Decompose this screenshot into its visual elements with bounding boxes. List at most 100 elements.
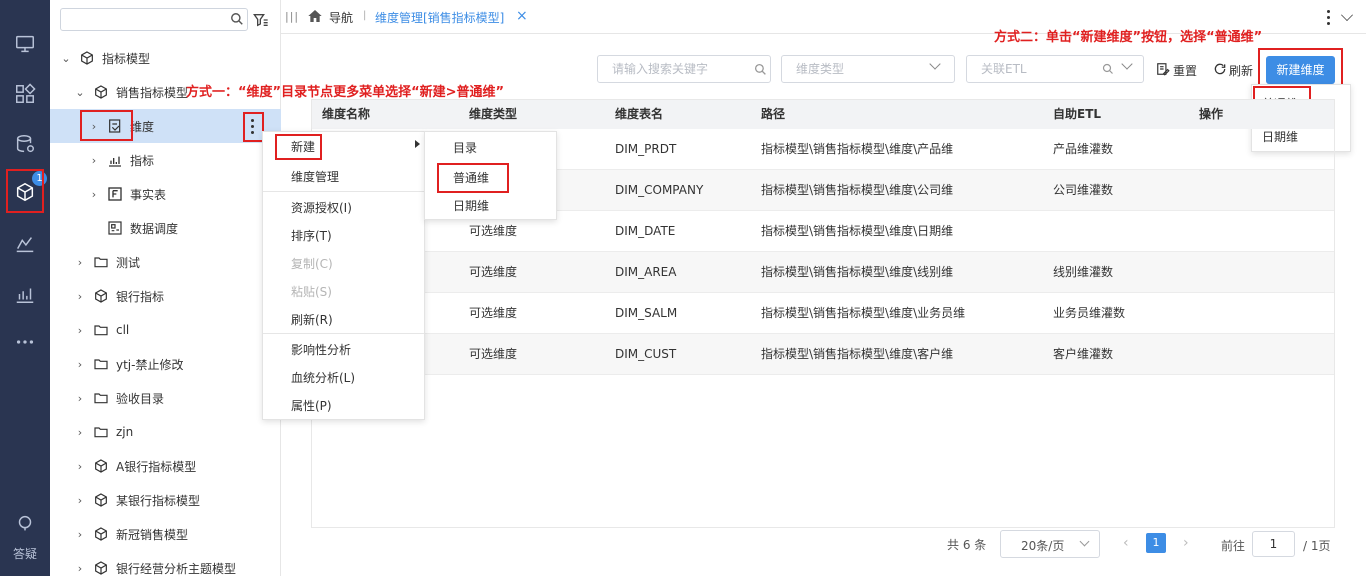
reset-button[interactable]: 重置 <box>1173 62 1197 79</box>
chevron-right-icon[interactable]: › <box>74 426 86 439</box>
monitor-icon[interactable] <box>0 24 50 64</box>
col-header-path[interactable]: 路径 <box>761 100 785 129</box>
tree-item-folder[interactable]: › 验收目录 <box>50 381 281 415</box>
tab-nav[interactable]: 导航 <box>329 9 353 26</box>
chevron-right-icon[interactable]: › <box>74 528 86 541</box>
cube-icon <box>92 83 110 101</box>
fact-table-icon <box>106 185 124 203</box>
cell-etl[interactable]: 公司维灌数 <box>1053 170 1113 210</box>
chevron-right-icon[interactable]: › <box>74 256 86 269</box>
col-header-name[interactable]: 维度名称 <box>322 100 370 129</box>
bar-chart-icon[interactable] <box>0 274 50 314</box>
chevron-right-icon[interactable]: › <box>74 358 86 371</box>
menu-item-resource-auth[interactable]: 资源授权(I) <box>263 195 352 221</box>
schedule-icon <box>106 219 124 237</box>
more-icon[interactable] <box>0 322 50 362</box>
col-header-table[interactable]: 维度表名 <box>615 100 663 129</box>
table-row[interactable]: 可选维度 DIM_SALM 指标模型\销售指标模型\维度\业务员维 业务员维灌数 <box>312 293 1334 334</box>
tree-item-model[interactable]: › 某银行指标模型 <box>50 483 281 517</box>
chevron-right-icon[interactable]: › <box>88 154 100 167</box>
page-number-current[interactable]: 1 <box>1146 533 1166 553</box>
tree-item-model[interactable]: › A银行指标模型 <box>50 449 281 483</box>
menu-item-lineage-analysis[interactable]: 血统分析(L) <box>263 365 355 391</box>
chevron-right-icon[interactable]: › <box>88 188 100 201</box>
chevron-right-icon[interactable]: › <box>74 290 86 303</box>
col-header-etl[interactable]: 自助ETL <box>1053 100 1101 129</box>
folder-icon <box>92 253 110 271</box>
menu-item-paste: 粘贴(S) <box>291 285 332 299</box>
menu-item-dimension-manage[interactable]: 维度管理 <box>263 164 339 190</box>
dimension-type-select[interactable]: 维度类型 <box>781 55 955 83</box>
tree-item-folder[interactable]: › 测试 <box>50 245 281 279</box>
menu-item-impact-analysis[interactable]: 影响性分析 <box>263 337 351 363</box>
refresh-button[interactable]: 刷新 <box>1229 62 1253 79</box>
tree-item-label: cll <box>116 323 130 337</box>
col-header-actions: 操作 <box>1199 107 1224 121</box>
tree-item-label: zjn <box>116 425 134 439</box>
menu-item-properties[interactable]: 属性(P) <box>263 393 332 419</box>
chevron-right-icon[interactable]: › <box>74 392 86 405</box>
tree-item-folder[interactable]: › ytj-禁止修改 <box>50 347 281 381</box>
tree-item-metric[interactable]: › 指标 <box>50 143 281 177</box>
tree-item-fact-table[interactable]: › 事实表 <box>50 177 281 211</box>
goto-page-input[interactable]: 1 <box>1252 531 1295 557</box>
chevron-down-icon[interactable]: ⌄ <box>74 86 86 99</box>
apps-icon[interactable] <box>0 74 50 114</box>
collapse-icon[interactable]: ||| <box>285 10 299 23</box>
tree-item-folder[interactable]: › zjn <box>50 415 281 449</box>
filter-icon[interactable] <box>253 12 269 31</box>
next-page-icon[interactable]: › <box>1183 535 1189 551</box>
tree-item-label: 新冠销售模型 <box>116 527 189 542</box>
submenu-item-date-dim[interactable]: 日期维 <box>425 193 489 219</box>
prev-page-icon[interactable]: ‹ <box>1123 535 1129 551</box>
pagination-total: 共 6 条 <box>947 538 987 552</box>
cell-etl[interactable]: 产品维灌数 <box>1053 129 1113 169</box>
search-icon[interactable] <box>230 12 244 29</box>
menu-item-sort[interactable]: 排序(T) <box>263 223 332 249</box>
tree-item-root[interactable]: ⌄ 指标模型 <box>50 41 281 75</box>
tree-item-folder[interactable]: › cll <box>50 313 281 347</box>
refresh-icon[interactable] <box>1213 62 1227 79</box>
tree-item-model[interactable]: › 新冠销售模型 <box>50 517 281 551</box>
highlight-box-submenu-normal <box>437 163 509 193</box>
total-pages: / 1页 <box>1303 539 1331 553</box>
home-icon[interactable] <box>307 8 323 27</box>
goto-label: 前往 <box>1221 539 1246 553</box>
page-size-select[interactable]: 20条/页 <box>1000 530 1100 558</box>
chevron-right-icon[interactable]: › <box>74 460 86 473</box>
menu-item-refresh[interactable]: 刷新(R) <box>263 307 333 333</box>
chevron-right-icon[interactable]: › <box>74 562 86 575</box>
chevron-down-icon[interactable]: ⌄ <box>60 52 72 65</box>
metric-icon <box>106 151 124 169</box>
chart-area-icon[interactable] <box>0 224 50 264</box>
search-input[interactable]: 请输入搜索关键字 <box>597 55 771 83</box>
annotation-method-two: 方式二：单击“新建维度”按钮，选择“普通维” <box>994 30 1263 45</box>
tree-item-label: 指标 <box>130 153 155 168</box>
tree-search-input[interactable] <box>60 8 248 31</box>
more-vertical-icon[interactable] <box>1325 8 1331 26</box>
table-row[interactable]: 可选维度 DIM_AREA 指标模型\销售指标模型\维度\线别维 线别维灌数 <box>312 252 1334 293</box>
tree-item-model[interactable]: › 银行指标 <box>50 279 281 313</box>
reset-icon[interactable] <box>1156 62 1170 79</box>
database-settings-icon[interactable] <box>0 124 50 164</box>
cell-table: DIM_SALM <box>615 306 678 320</box>
tree-item-label: 销售指标模型 <box>116 85 189 100</box>
chevron-down-icon[interactable] <box>1341 9 1353 21</box>
tree-item-model[interactable]: › 银行经营分析主题模型 <box>50 551 281 585</box>
tab-dimension-manage[interactable]: 维度管理[销售指标模型] <box>375 9 504 26</box>
table-row[interactable]: 可选维度 DIM_CUST 指标模型\销售指标模型\维度\客户维 客户维灌数 <box>312 334 1334 375</box>
cell-etl[interactable]: 业务员维灌数 <box>1053 293 1125 333</box>
tree-item-schedule[interactable]: 数据调度 <box>50 211 281 245</box>
etl-select[interactable]: 关联ETL <box>966 55 1144 83</box>
cell-etl[interactable]: 线别维灌数 <box>1053 252 1113 292</box>
close-tab-icon[interactable]: × <box>516 8 528 24</box>
help-label[interactable]: 答疑 <box>0 545 50 562</box>
folder-icon <box>92 423 110 441</box>
help-icon[interactable] <box>0 512 50 536</box>
col-header-type[interactable]: 维度类型 <box>469 100 517 129</box>
tree-item-label: 维度 <box>130 119 155 134</box>
chevron-right-icon[interactable]: › <box>74 494 86 507</box>
cell-etl[interactable]: 客户维灌数 <box>1053 334 1113 374</box>
submenu-item-folder[interactable]: 目录 <box>425 135 477 161</box>
chevron-right-icon[interactable]: › <box>74 324 86 337</box>
